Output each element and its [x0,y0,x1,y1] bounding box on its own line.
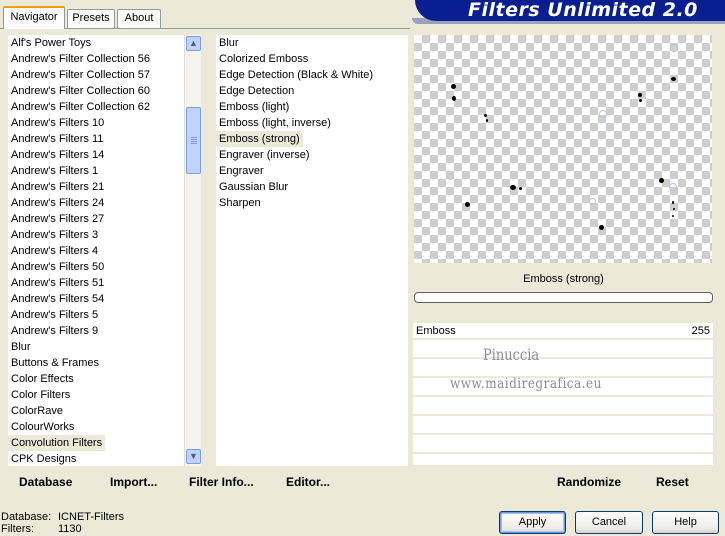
tab-about[interactable]: About [117,9,161,28]
database-button[interactable]: Database [19,475,72,489]
filter-item[interactable]: Gaussian Blur [216,179,291,195]
parameter-panel: Emboss 255 [413,323,713,465]
category-item[interactable]: ColorRave [8,403,66,419]
category-item[interactable]: Color Filters [8,387,73,403]
param-row-emboss[interactable]: Emboss 255 [413,323,713,340]
status-filters-value: 1130 [58,523,82,535]
param-row-empty [413,437,713,454]
category-item[interactable]: Andrew's Filters 21 [8,179,107,195]
category-item[interactable]: Convolution Filters [8,435,106,451]
scroll-thumb[interactable] [186,107,201,174]
category-item[interactable]: Andrew's Filters 4 [8,243,101,259]
watermark-name: Pinuccia [483,346,540,365]
filter-item[interactable]: Emboss (strong) [216,131,303,147]
filter-item[interactable]: Engraver [216,163,267,179]
category-item[interactable]: Andrew's Filters 1 [8,163,101,179]
category-item[interactable]: Andrew's Filter Collection 56 [8,51,153,67]
param-value: 255 [691,325,710,337]
category-item[interactable]: Andrew's Filters 9 [8,323,101,339]
category-item[interactable]: Buttons & Frames [8,355,102,371]
watermark-url: www.maidiregrafica.eu [450,374,602,392]
category-item[interactable]: Andrew's Filters 50 [8,259,107,275]
category-item[interactable]: Andrew's Filters 54 [8,291,107,307]
tab-presets[interactable]: Presets [67,9,115,28]
param-row-empty [413,418,713,435]
filter-item[interactable]: Edge Detection [216,83,297,99]
preview-image [414,35,712,263]
status-filters-label: Filters: [1,523,34,535]
editor-button[interactable]: Editor... [286,475,330,489]
filter-item[interactable]: Emboss (light) [216,99,292,115]
help-button[interactable]: Help [652,511,719,534]
filter-info-button[interactable]: Filter Info... [189,475,254,489]
category-item[interactable]: Andrew's Filter Collection 57 [8,67,153,83]
filter-item[interactable]: Edge Detection (Black & White) [216,67,376,83]
category-item[interactable]: Andrew's Filters 14 [8,147,107,163]
category-item[interactable]: Color Effects [8,371,77,387]
param-row-empty [413,399,713,416]
filter-item[interactable]: Blur [216,35,242,51]
filter-list[interactable]: Blur Colorized Emboss Edge Detection (Blac… [216,35,408,466]
category-item[interactable]: Andrew's Filters 24 [8,195,107,211]
category-item[interactable]: Blur [8,339,34,355]
category-item[interactable]: CPK Designs [8,451,79,466]
filter-item[interactable]: Emboss (light, inverse) [216,115,334,131]
category-item[interactable]: Andrew's Filters 10 [8,115,107,131]
scroll-up-button[interactable]: ▲ [186,36,201,51]
category-item[interactable]: ColourWorks [8,419,77,435]
chevron-up-icon: ▲ [189,38,198,48]
param-row-empty [413,342,713,359]
chevron-down-icon: ▼ [189,451,198,461]
category-item[interactable]: Andrew's Filter Collection 62 [8,99,153,115]
tab-navigator[interactable]: Navigator [3,6,65,29]
category-list[interactable]: Alf's Power Toys Andrew's Filter Collecti… [8,35,184,466]
scroll-down-button[interactable]: ▼ [186,449,201,464]
category-item[interactable]: Andrew's Filters 5 [8,307,101,323]
randomize-button[interactable]: Randomize [557,475,621,489]
progress-bar [414,292,713,303]
category-item[interactable]: Alf's Power Toys [8,35,94,51]
apply-button[interactable]: Apply [499,511,566,534]
filter-item[interactable]: Colorized Emboss [216,51,311,67]
filter-item[interactable]: Engraver (inverse) [216,147,312,163]
import-button[interactable]: Import... [110,475,157,489]
selected-filter-name: Emboss (strong) [523,273,604,285]
category-item[interactable]: Andrew's Filters 3 [8,227,101,243]
app-title: Filters Unlimited 2.0 [468,0,698,21]
category-item[interactable]: Andrew's Filters 51 [8,275,107,291]
category-scrollbar[interactable]: ▲ ▼ [184,35,201,466]
param-label: Emboss [416,325,456,337]
reset-button[interactable]: Reset [656,475,689,489]
category-item[interactable]: Andrew's Filter Collection 60 [8,83,153,99]
category-item[interactable]: Andrew's Filters 27 [8,211,107,227]
cancel-button[interactable]: Cancel [575,511,643,534]
category-item[interactable]: Andrew's Filters 11 [8,131,106,147]
filter-item[interactable]: Sharpen [216,195,264,211]
